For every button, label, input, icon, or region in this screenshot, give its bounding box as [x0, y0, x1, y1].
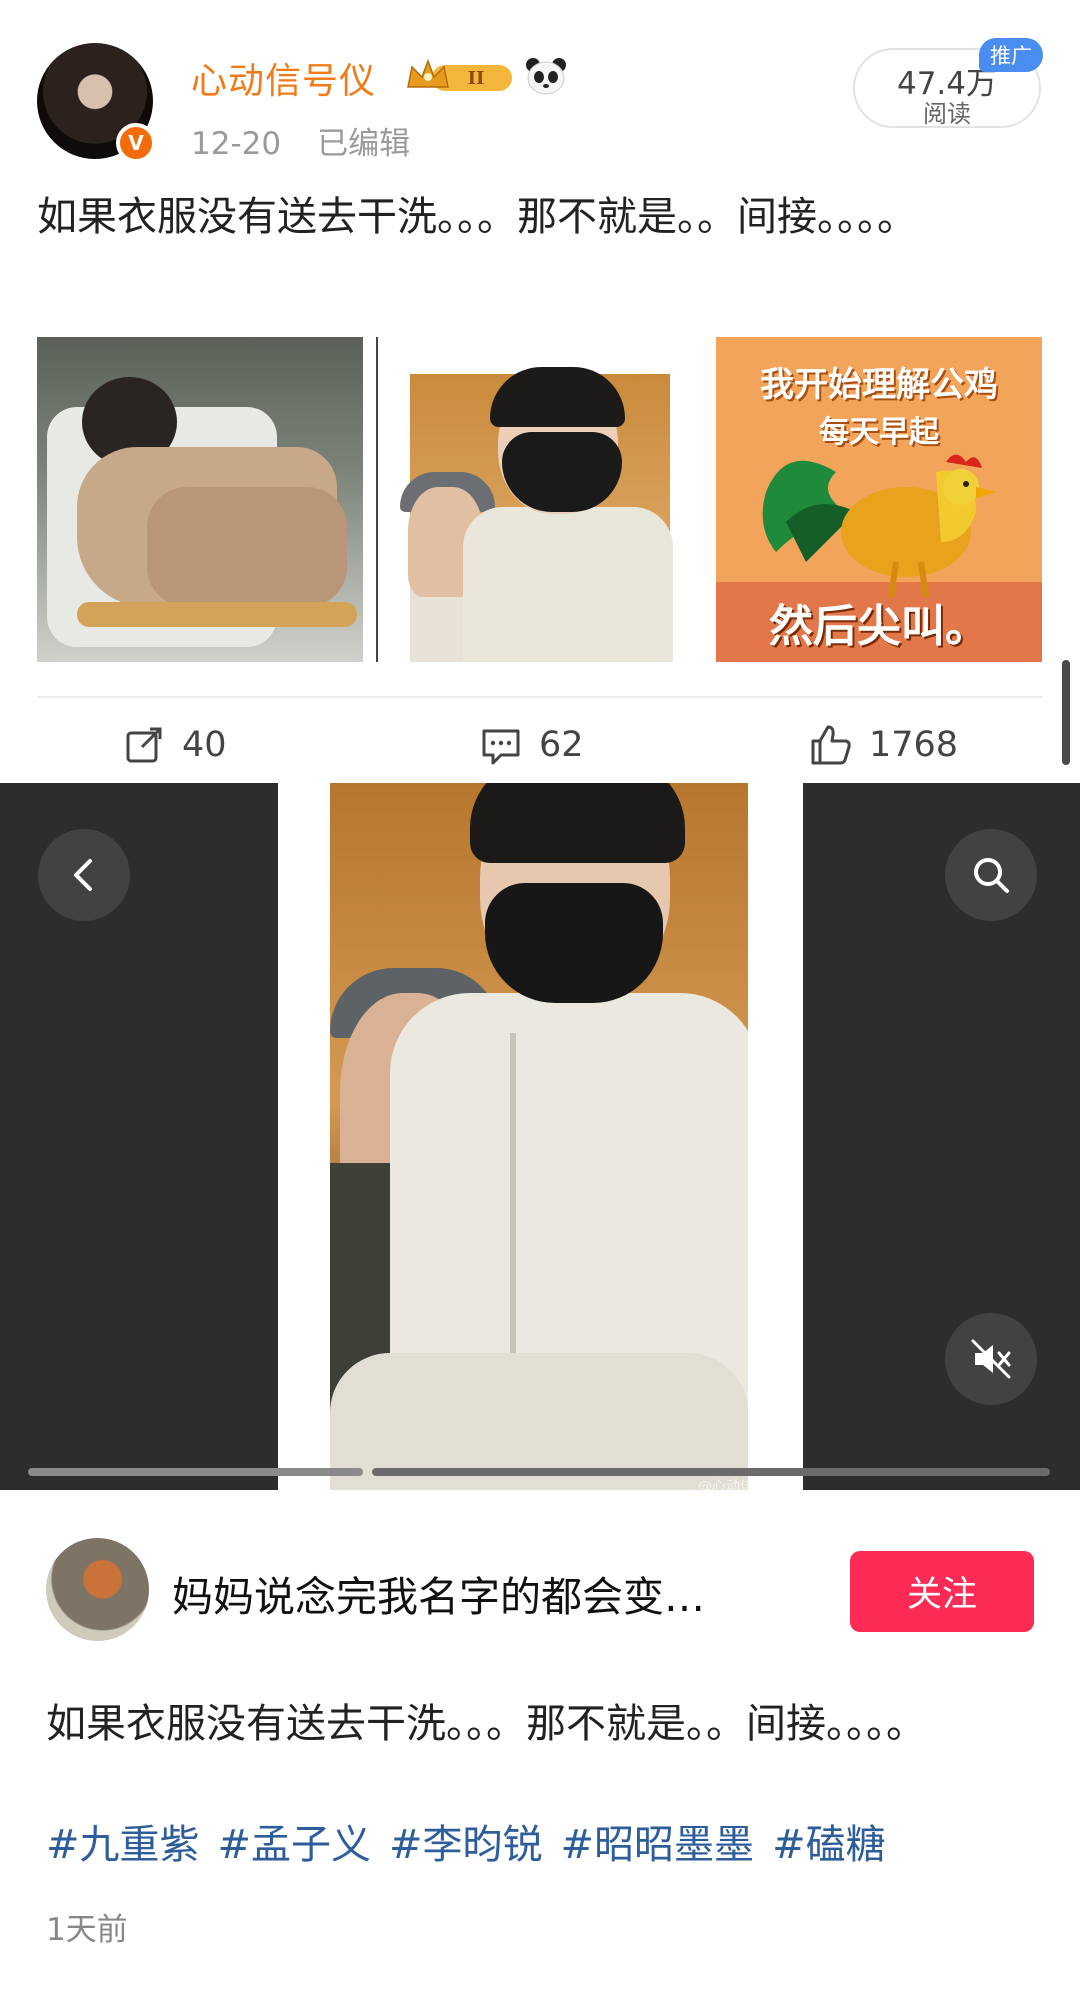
- video-image: [330, 783, 748, 1490]
- search-button[interactable]: [945, 829, 1037, 921]
- hashtag-list: #九重紫 #孟子义 #李昀锐 #昭昭墨墨 #磕糖: [46, 1812, 904, 1870]
- verified-badge-icon: V: [116, 123, 156, 163]
- edited-label: 已编辑: [317, 126, 411, 162]
- screen: V 心动信号仪 II 12-20 已编辑 47.4万 阅读 推广 如果衣服没有送去…: [0, 0, 1080, 1999]
- video-frame[interactable]: @心动信号仪: [278, 783, 803, 1495]
- meme-bottom-text: 然后尖叫。: [769, 601, 989, 652]
- repost-icon: [126, 727, 162, 763]
- comment-button[interactable]: 62: [479, 718, 584, 772]
- like-button[interactable]: 1768: [809, 718, 958, 772]
- mute-icon: [971, 1339, 1011, 1379]
- hashtag-link[interactable]: #昭昭墨墨: [561, 1822, 755, 1868]
- face-mask-shape: [485, 883, 663, 1003]
- progress-segment-2: [372, 1468, 1050, 1476]
- rooster-icon: [762, 454, 996, 598]
- post-text: 如果衣服没有送去干洗。。。那不就是。。间接。。。。: [37, 194, 917, 240]
- post-date: 12-20: [191, 126, 282, 162]
- jacket-shape: [463, 507, 673, 662]
- panda-icon: [526, 58, 566, 95]
- author-name[interactable]: 心动信号仪: [191, 52, 376, 104]
- blanket-fold-shape: [147, 487, 347, 607]
- hair-shape: [470, 783, 685, 863]
- thumbnail-photo-blanket[interactable]: [37, 337, 363, 662]
- hashtag-link[interactable]: #九重紫: [46, 1822, 200, 1868]
- follow-button[interactable]: 关注: [850, 1551, 1034, 1632]
- progress-segment-1: [28, 1468, 363, 1476]
- time-ago: 1天前: [46, 1912, 128, 1948]
- ad-badge: 推广: [979, 38, 1043, 72]
- second-post-text: 如果衣服没有送去干洗。。。那不就是。。间接。。。。: [46, 1701, 926, 1747]
- hashtag-link[interactable]: #李昀锐: [389, 1822, 543, 1868]
- back-button[interactable]: [38, 829, 130, 921]
- vip-crown-level-icon: II: [407, 58, 512, 91]
- face-mask-shape: [502, 432, 622, 512]
- post-meta: 12-20 已编辑: [191, 118, 410, 163]
- hashtag-link[interactable]: #孟子义: [218, 1822, 372, 1868]
- thumbnail-photo-masked-man[interactable]: [378, 337, 704, 662]
- second-author-name[interactable]: 妈妈说念完我名字的都会变…: [172, 1563, 812, 1623]
- comment-icon: [482, 729, 520, 765]
- media-viewer: @心动信号仪: [0, 783, 1080, 1495]
- repost-count: 40: [182, 725, 227, 765]
- level-text: II: [468, 68, 485, 89]
- thumbs-up-icon: [811, 725, 851, 765]
- video-watermark: @心动信号仪: [698, 1479, 782, 1495]
- second-author-avatar[interactable]: [46, 1538, 149, 1641]
- hashtag-link[interactable]: #磕糖: [772, 1822, 886, 1868]
- mute-button[interactable]: [945, 1313, 1037, 1405]
- reads-label: 阅读: [923, 100, 971, 128]
- scrollbar[interactable]: [1062, 660, 1070, 765]
- meme-title-line1: 我开始理解公鸡: [760, 365, 998, 405]
- chevron-left-icon: [74, 859, 92, 891]
- zipper-shape: [510, 1033, 516, 1363]
- divider: [37, 696, 1043, 698]
- chair-leg-shape: [77, 602, 357, 627]
- repost-button[interactable]: 40: [122, 718, 227, 772]
- comment-count: 62: [539, 725, 584, 765]
- search-icon: [974, 858, 1009, 893]
- like-count: 1768: [869, 725, 959, 765]
- thumbnail-meme-rooster[interactable]: 我开始理解公鸡 每天早起 然后尖叫。: [716, 337, 1042, 662]
